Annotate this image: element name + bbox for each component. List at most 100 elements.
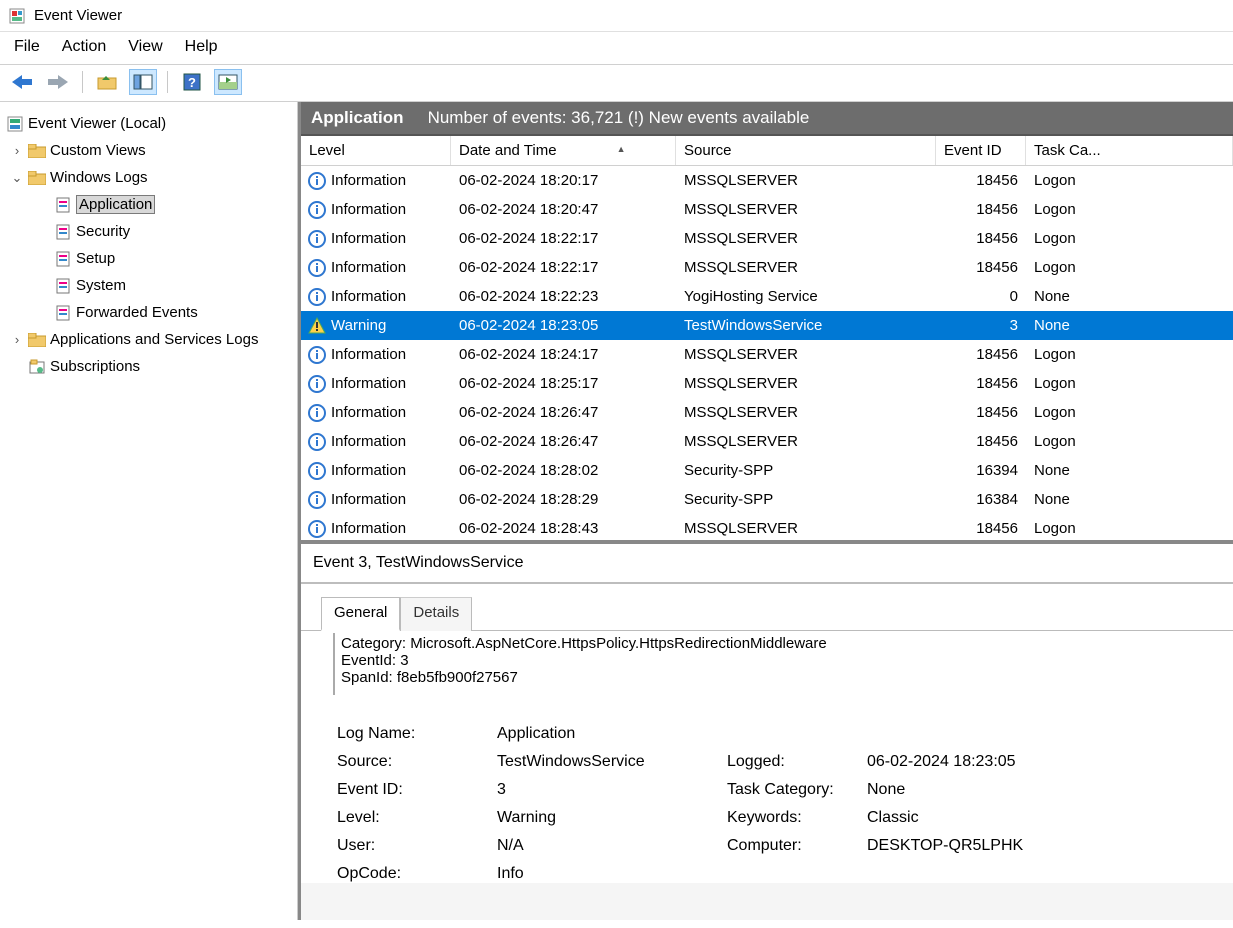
help-button[interactable]: ? bbox=[178, 69, 206, 95]
back-button[interactable] bbox=[8, 69, 36, 95]
expand-icon[interactable]: › bbox=[10, 332, 24, 347]
show-tree-button[interactable] bbox=[129, 69, 157, 95]
tree-item[interactable]: Setup bbox=[2, 245, 295, 272]
event-viewer-icon bbox=[6, 115, 24, 133]
cell-event-id: 18456 bbox=[936, 404, 1026, 421]
menu-action[interactable]: Action bbox=[62, 38, 106, 56]
event-row[interactable]: Information06-02-2024 18:20:17MSSQLSERVE… bbox=[301, 166, 1233, 195]
event-grid[interactable]: Level Date and Time▲ Source Event ID Tas… bbox=[301, 136, 1233, 544]
col-source[interactable]: Source bbox=[676, 136, 936, 165]
event-row[interactable]: Information06-02-2024 18:24:17MSSQLSERVE… bbox=[301, 340, 1233, 369]
event-row[interactable]: Information06-02-2024 18:22:17MSSQLSERVE… bbox=[301, 224, 1233, 253]
cell-level: Information bbox=[331, 375, 406, 392]
cell-level: Information bbox=[331, 346, 406, 363]
cell-event-id: 16394 bbox=[936, 462, 1026, 479]
cell-source: MSSQLSERVER bbox=[676, 375, 936, 392]
menu-help[interactable]: Help bbox=[185, 38, 218, 56]
cell-source: MSSQLSERVER bbox=[676, 230, 936, 247]
cell-task: None bbox=[1026, 317, 1233, 334]
cell-source: MSSQLSERVER bbox=[676, 520, 936, 537]
tree-item[interactable]: ›Custom Views bbox=[2, 137, 295, 164]
expand-icon[interactable]: › bbox=[10, 143, 24, 158]
navigation-tree[interactable]: Event Viewer (Local) ›Custom Views⌄Windo… bbox=[0, 102, 298, 920]
value-level: Warning bbox=[497, 809, 727, 827]
cell-event-id: 18456 bbox=[936, 172, 1026, 189]
label-event-id: Event ID: bbox=[337, 781, 497, 799]
event-row[interactable]: Information06-02-2024 18:28:29Security-S… bbox=[301, 485, 1233, 514]
col-level[interactable]: Level bbox=[301, 136, 451, 165]
event-row[interactable]: Information06-02-2024 18:22:23YogiHostin… bbox=[301, 282, 1233, 311]
cell-level: Information bbox=[331, 230, 406, 247]
tab-details[interactable]: Details bbox=[400, 597, 472, 631]
event-row[interactable]: Information06-02-2024 18:28:43MSSQLSERVE… bbox=[301, 514, 1233, 543]
cell-task: None bbox=[1026, 462, 1233, 479]
tree-item[interactable]: ⌄Windows Logs bbox=[2, 164, 295, 191]
svg-text:?: ? bbox=[188, 75, 196, 90]
tree-item[interactable]: System bbox=[2, 272, 295, 299]
cell-date: 06-02-2024 18:20:47 bbox=[451, 201, 676, 218]
value-user: N/A bbox=[497, 837, 727, 855]
folder-icon bbox=[28, 358, 46, 376]
event-row[interactable]: Information06-02-2024 18:26:47MSSQLSERVE… bbox=[301, 398, 1233, 427]
cell-event-id: 18456 bbox=[936, 346, 1026, 363]
event-row[interactable]: Information06-02-2024 18:20:47MSSQLSERVE… bbox=[301, 195, 1233, 224]
cell-date: 06-02-2024 18:22:23 bbox=[451, 288, 676, 305]
menu-view[interactable]: View bbox=[128, 38, 162, 56]
tree-item[interactable]: Application bbox=[2, 191, 295, 218]
cell-event-id: 18456 bbox=[936, 230, 1026, 247]
cell-date: 06-02-2024 18:22:17 bbox=[451, 259, 676, 276]
col-date[interactable]: Date and Time▲ bbox=[451, 136, 676, 165]
tree-label: System bbox=[76, 277, 126, 294]
info-icon bbox=[307, 519, 327, 539]
tree-item[interactable]: Security bbox=[2, 218, 295, 245]
value-opcode: Info bbox=[497, 865, 727, 883]
menu-file[interactable]: File bbox=[14, 38, 40, 56]
app-icon bbox=[8, 7, 26, 25]
message-line: EventId: 3 bbox=[341, 652, 1233, 669]
cell-level: Warning bbox=[331, 317, 386, 334]
cell-event-id: 18456 bbox=[936, 201, 1026, 218]
value-task-category: None bbox=[867, 781, 1127, 799]
cell-date: 06-02-2024 18:20:17 bbox=[451, 172, 676, 189]
event-row[interactable]: Information06-02-2024 18:25:17MSSQLSERVE… bbox=[301, 369, 1233, 398]
col-event-id[interactable]: Event ID bbox=[936, 136, 1026, 165]
label-opcode: OpCode: bbox=[337, 865, 497, 883]
cell-task: None bbox=[1026, 491, 1233, 508]
detail-pane: Event 3, TestWindowsService General Deta… bbox=[301, 544, 1233, 920]
info-icon bbox=[307, 432, 327, 452]
tree-item[interactable]: › Applications and Services Logs bbox=[2, 326, 295, 353]
tree-root[interactable]: Event Viewer (Local) bbox=[2, 110, 295, 137]
preview-pane-button[interactable] bbox=[214, 69, 242, 95]
tree-item[interactable]: Subscriptions bbox=[2, 353, 295, 380]
event-properties: Log Name: Application Source: TestWindow… bbox=[333, 695, 1233, 883]
log-icon bbox=[54, 223, 72, 241]
log-title: Application bbox=[311, 108, 404, 128]
cell-event-id: 18456 bbox=[936, 375, 1026, 392]
grid-header[interactable]: Level Date and Time▲ Source Event ID Tas… bbox=[301, 136, 1233, 166]
col-task[interactable]: Task Ca... bbox=[1026, 136, 1233, 165]
event-row[interactable]: Information06-02-2024 18:22:17MSSQLSERVE… bbox=[301, 253, 1233, 282]
cell-source: Security-SPP bbox=[676, 491, 936, 508]
tree-label: Subscriptions bbox=[50, 358, 140, 375]
detail-tabs: General Details bbox=[301, 584, 1233, 630]
cell-source: MSSQLSERVER bbox=[676, 201, 936, 218]
tree-label: Applications and Services Logs bbox=[50, 331, 258, 348]
expand-icon[interactable]: ⌄ bbox=[10, 170, 24, 186]
folder-icon bbox=[28, 142, 46, 160]
event-row[interactable]: Information06-02-2024 18:26:47MSSQLSERVE… bbox=[301, 427, 1233, 456]
tab-general[interactable]: General bbox=[321, 597, 400, 631]
folder-icon bbox=[28, 331, 46, 349]
tree-item[interactable]: Forwarded Events bbox=[2, 299, 295, 326]
folder-up-button[interactable] bbox=[93, 69, 121, 95]
toolbar: ? bbox=[0, 64, 1233, 102]
info-icon bbox=[307, 258, 327, 278]
info-icon bbox=[307, 200, 327, 220]
label-task-category: Task Category: bbox=[727, 781, 867, 799]
value-logged: 06-02-2024 18:23:05 bbox=[867, 753, 1127, 771]
cell-task: Logon bbox=[1026, 404, 1233, 421]
label-level: Level: bbox=[337, 809, 497, 827]
event-row[interactable]: Information06-02-2024 18:28:02Security-S… bbox=[301, 456, 1233, 485]
event-row[interactable]: Warning06-02-2024 18:23:05TestWindowsSer… bbox=[301, 311, 1233, 340]
forward-button[interactable] bbox=[44, 69, 72, 95]
cell-event-id: 16384 bbox=[936, 491, 1026, 508]
